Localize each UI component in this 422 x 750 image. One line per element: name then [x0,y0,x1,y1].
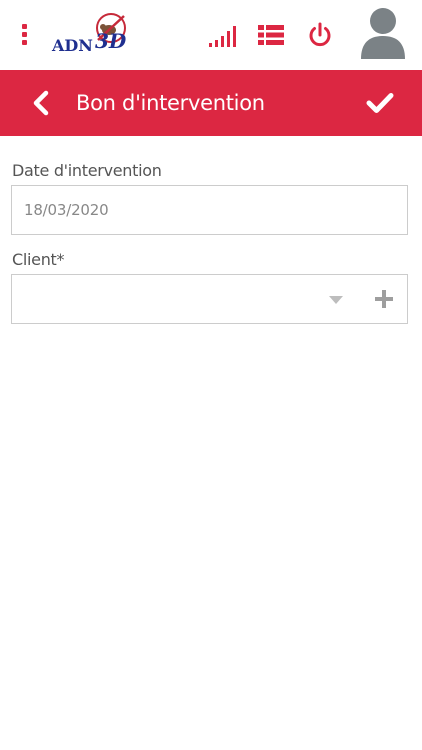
page-header: Bon d'intervention [0,70,422,136]
logo-number: 3D [95,29,127,53]
app-logo: ADN 3D [48,10,134,62]
signal-bars-icon[interactable] [208,24,236,48]
client-select[interactable] [11,274,408,324]
app: ADN 3D Bon d'intervention Date d'interve… [0,0,422,750]
date-value: 18/03/2020 [24,201,109,219]
power-icon[interactable] [307,21,333,49]
caret-down-icon[interactable] [328,295,344,305]
date-input[interactable]: 18/03/2020 [11,185,408,235]
vertical-dots-icon[interactable] [14,20,34,50]
user-avatar-icon[interactable] [359,5,407,61]
client-label: Client* [12,250,65,269]
list-icon[interactable] [257,23,285,47]
check-icon[interactable] [366,91,394,115]
date-label: Date d'intervention [12,161,162,180]
top-bar: ADN 3D [0,0,422,70]
page-title: Bon d'intervention [76,91,265,115]
plus-icon[interactable] [374,289,394,309]
logo-text: ADN [52,36,93,55]
chevron-left-icon[interactable] [30,90,54,116]
